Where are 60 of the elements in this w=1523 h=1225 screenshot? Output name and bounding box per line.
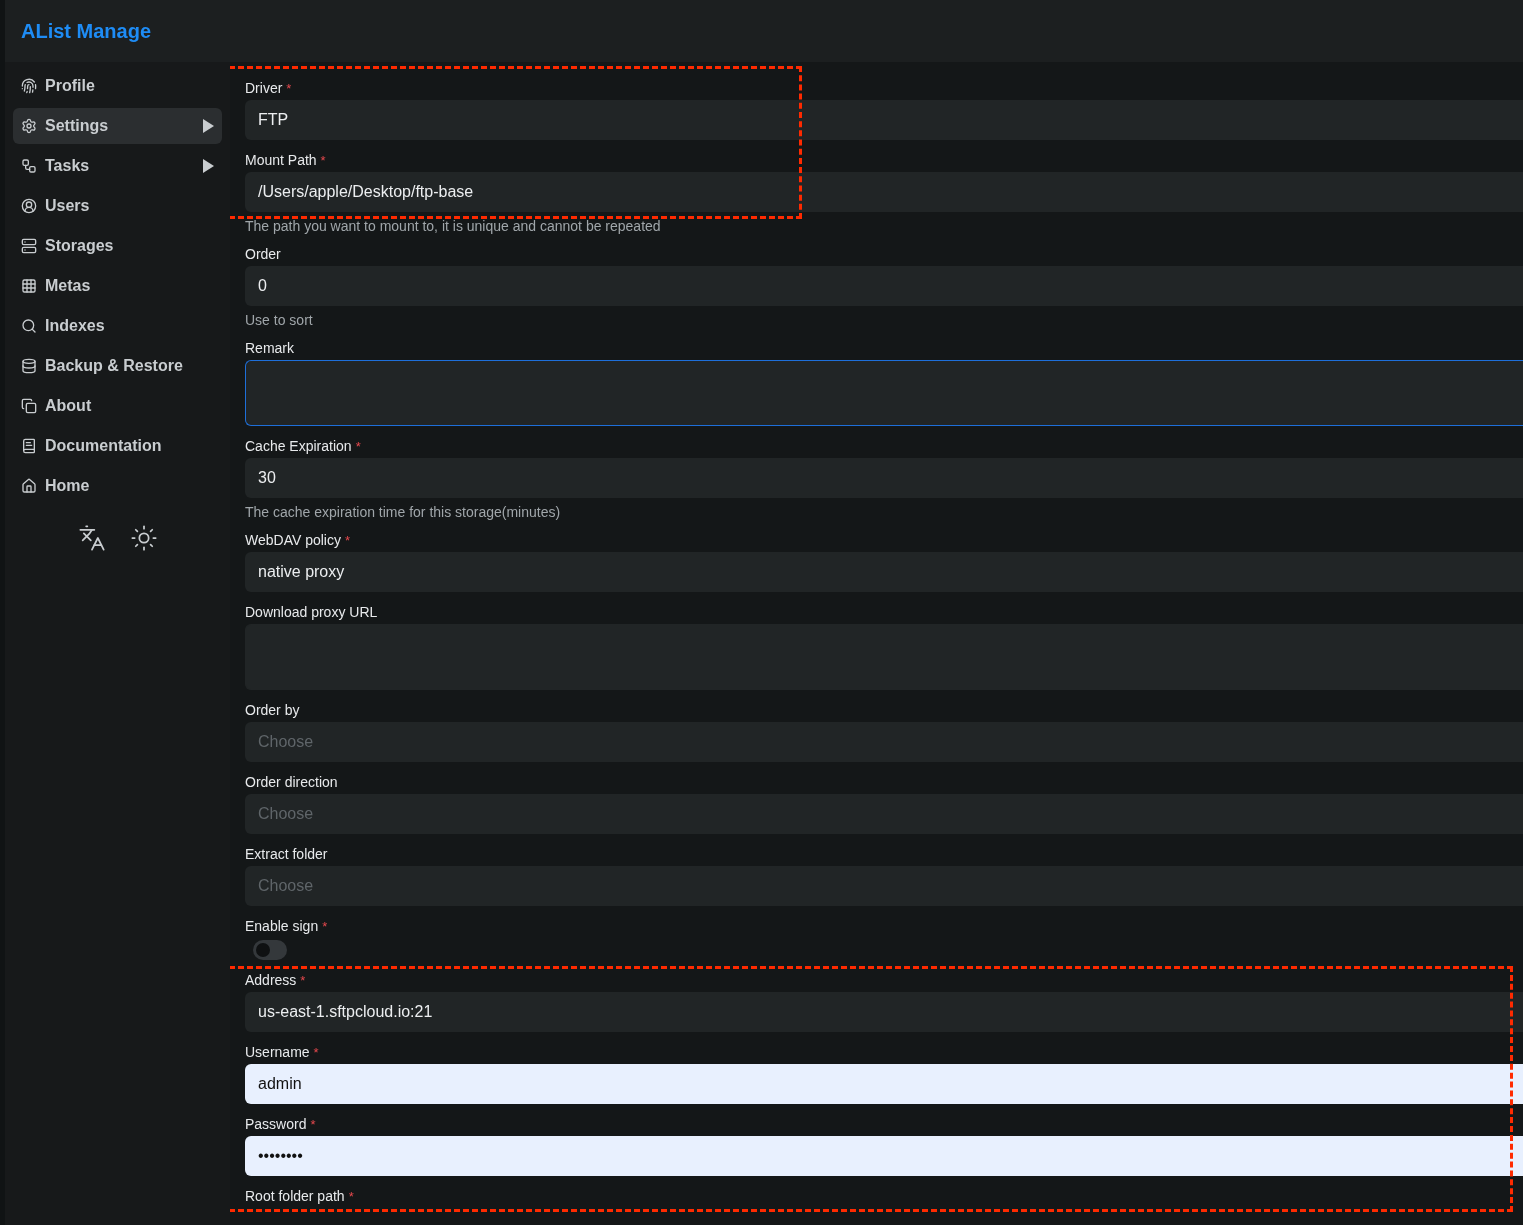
sidebar-item[interactable]: Storages [13, 228, 222, 264]
search-icon [21, 318, 37, 334]
user-icon [21, 198, 37, 214]
field-label: Download proxy URL [245, 603, 379, 622]
required-asterisk: * [300, 972, 306, 988]
sidebar-item[interactable]: Documentation [13, 428, 222, 464]
flowchart-icon [21, 158, 37, 174]
sidebar-item[interactable]: Backup & Restore [13, 348, 222, 384]
field-label: Driver * [245, 79, 293, 98]
input-field[interactable]: native proxy [245, 552, 1523, 592]
sidebar-item[interactable]: Metas [13, 268, 222, 304]
field-label: Order by [245, 701, 301, 720]
input-field[interactable]: •••••••• [245, 1136, 1523, 1176]
field-label: Cache Expiration * [245, 437, 362, 456]
help-text: The cache expiration time for this storage(minutes) [245, 503, 562, 522]
sidebar-item[interactable]: Users [13, 188, 222, 224]
server-icon [21, 238, 37, 254]
field-label: Remark [245, 339, 295, 358]
field-label: Address * [245, 971, 307, 990]
input-field[interactable]: FTP [245, 100, 1523, 140]
field-label: Mount Path * [245, 151, 327, 170]
required-asterisk: * [310, 1116, 316, 1132]
required-asterisk: * [348, 1188, 354, 1204]
input-field[interactable]: admin [245, 1064, 1523, 1104]
required-asterisk: * [355, 438, 361, 454]
help-text: The path you want to mount to, it is unique and cannot be repeated [245, 217, 662, 236]
required-asterisk: * [320, 152, 326, 168]
required-asterisk: * [322, 918, 328, 934]
sidebar-item[interactable]: Profile [13, 68, 222, 104]
database-icon [21, 358, 37, 374]
fingerprint-icon [21, 78, 37, 94]
home-icon [21, 478, 37, 494]
input-field[interactable]: 0 [245, 266, 1523, 306]
grid-icon [21, 278, 37, 294]
field-label: WebDAV policy * [245, 531, 352, 550]
text-area[interactable] [245, 360, 1523, 426]
copy-icon [21, 398, 37, 414]
required-asterisk: * [286, 80, 292, 96]
field-label: Extract folder [245, 845, 329, 864]
settings-icon [21, 118, 37, 134]
required-asterisk: * [313, 1044, 319, 1060]
field-label: Root folder path * [245, 1187, 355, 1206]
input-field[interactable]: /Users/apple/Desktop/ftp-base [245, 172, 1523, 212]
sidebar-item[interactable]: Settings [13, 108, 222, 144]
help-text: Use to sort [245, 311, 314, 330]
sidebar-item[interactable]: Home [13, 468, 222, 504]
field-label: Order [245, 245, 282, 264]
sidebar-item[interactable]: Indexes [13, 308, 222, 344]
sidebar-item[interactable]: About [13, 388, 222, 424]
toggle-switch[interactable] [253, 940, 287, 960]
field-label: Username * [245, 1043, 320, 1062]
input-field[interactable]: us-east-1.sftpcloud.io:21 [245, 992, 1523, 1032]
field-label: Password * [245, 1115, 317, 1134]
input-field[interactable]: 30 [245, 458, 1523, 498]
app-title: AList Manage [21, 19, 152, 43]
field-label: Enable sign * [245, 917, 329, 936]
sidebar-item[interactable]: Tasks [13, 148, 222, 184]
required-asterisk: * [344, 532, 351, 548]
book-icon [21, 438, 37, 454]
field-label: Order direction [245, 773, 339, 792]
